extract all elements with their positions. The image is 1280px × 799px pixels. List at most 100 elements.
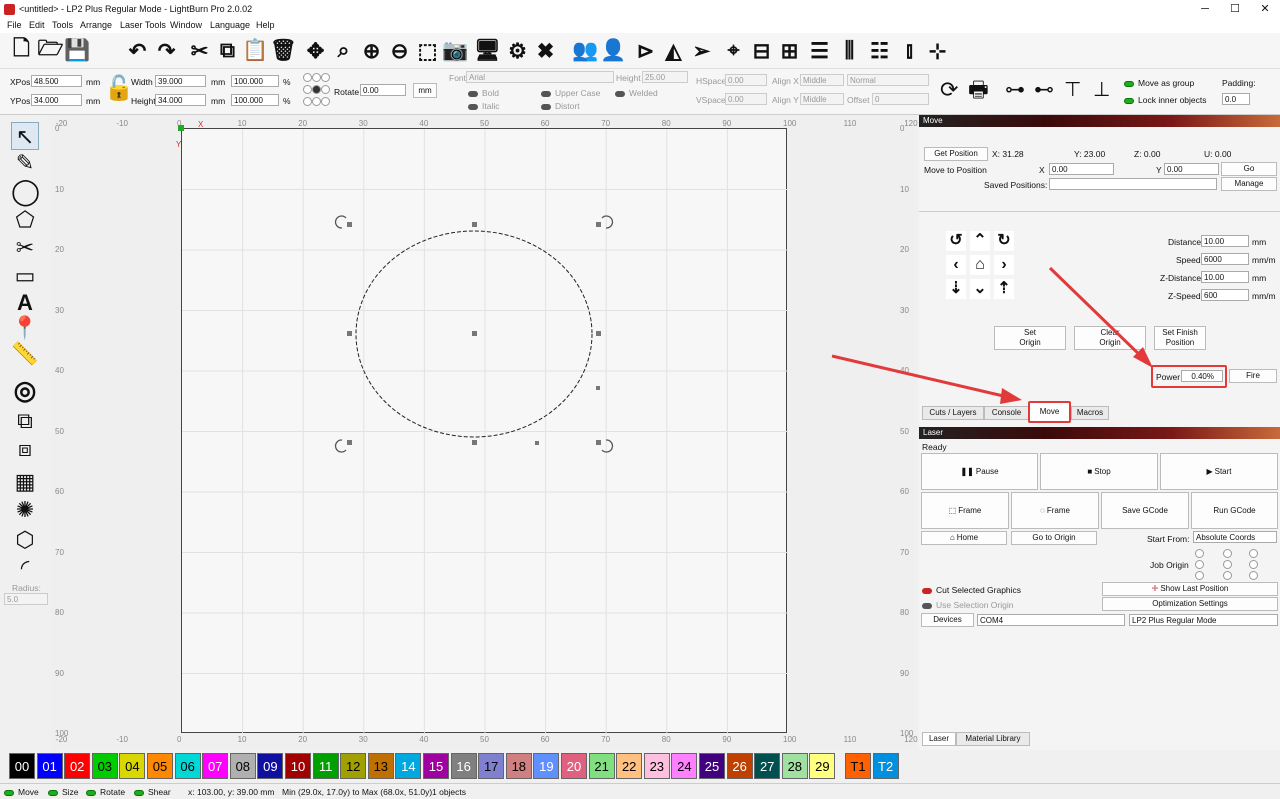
printer-icon[interactable]: 🖶 — [968, 77, 989, 103]
rotate-input[interactable]: 0.00 — [360, 84, 406, 96]
handle-bl[interactable] — [347, 440, 352, 445]
saved-positions-select[interactable] — [1049, 178, 1217, 190]
layer-swatch-T1[interactable]: T1 — [845, 753, 871, 779]
z-distance-input[interactable]: 10.00 — [1201, 271, 1249, 283]
text-tool-icon[interactable]: A — [11, 289, 39, 317]
grid-array-icon[interactable]: ▦ — [11, 468, 39, 496]
devices-button[interactable]: Devices — [921, 613, 974, 627]
rectangle-icon[interactable]: ▭ — [11, 262, 39, 290]
handle-bottom-skew[interactable] — [535, 441, 539, 445]
set-finish-position-button[interactable]: Set Finish Position — [1154, 326, 1206, 350]
anchor-grid[interactable] — [303, 73, 330, 111]
xpos-input[interactable]: 48.500 — [31, 75, 82, 87]
width-percent-input[interactable]: 100.000 — [231, 75, 279, 87]
fire-button[interactable]: Fire — [1229, 369, 1277, 383]
layer-swatch-13[interactable]: 13 — [367, 753, 394, 779]
send-icon[interactable]: ➢ — [688, 36, 715, 66]
frame-round-button[interactable]: ◌ Frame — [1011, 492, 1099, 529]
dock-icon[interactable]: ⫼ — [836, 36, 863, 66]
jog-rotate-ccw-icon[interactable]: ↺ — [946, 231, 966, 251]
height-percent-input[interactable]: 100.000 — [231, 94, 279, 106]
width-input[interactable]: 39.000 — [155, 75, 206, 87]
show-last-position-button[interactable]: ✛ Show Last Position — [1102, 582, 1278, 596]
distort-toggle[interactable]: Distort — [541, 101, 580, 111]
menu-language[interactable]: Language — [210, 20, 250, 30]
layer-swatch-26[interactable]: 26 — [726, 753, 753, 779]
move-x-input[interactable]: 0.00 — [1049, 163, 1114, 175]
layer-swatch-28[interactable]: 28 — [781, 753, 808, 779]
jog-home-icon[interactable]: ⌂ — [970, 255, 990, 275]
align-centers-icon[interactable]: ⊷ — [1034, 77, 1054, 103]
target-icon[interactable]: ⌖ — [720, 36, 747, 66]
layer-swatch-04[interactable]: 04 — [119, 753, 146, 779]
layer-swatch-01[interactable]: 01 — [36, 753, 63, 779]
run-gcode-button[interactable]: Run GCode — [1191, 492, 1278, 529]
mirror-v-icon[interactable]: ◭ — [660, 36, 687, 66]
distribute-more-icon[interactable]: ⫾ — [896, 36, 923, 66]
align-top-icon[interactable]: ⊤ — [1064, 77, 1081, 103]
edit-nodes-icon[interactable]: ✂ — [11, 234, 39, 262]
radius-input[interactable]: 5.0 — [4, 593, 48, 605]
distance-input[interactable]: 10.00 — [1201, 235, 1249, 247]
boolean-icon[interactable]: ⧈ — [11, 435, 39, 463]
position-pin-icon[interactable]: 📍 — [11, 314, 39, 342]
tab-laser[interactable]: Laser — [922, 732, 956, 746]
rotate-tool-icon[interactable]: ⟳ — [940, 77, 958, 103]
height-input[interactable]: 34.000 — [155, 94, 206, 106]
distribute-icon[interactable]: ⊞ — [776, 36, 803, 66]
frame-rect-button[interactable]: ⬚ Frame — [921, 492, 1009, 529]
handle-tl[interactable] — [347, 222, 352, 227]
move-icon[interactable]: ✥ — [302, 36, 329, 66]
padding-input[interactable]: 0.0 — [1222, 93, 1250, 105]
lock-ratio-icon[interactable]: 🔓 — [104, 75, 134, 103]
close-button[interactable]: ✕ — [1250, 0, 1280, 19]
save-icon[interactable]: 💾 — [64, 36, 91, 66]
mirror-h-icon[interactable]: ⊳ — [632, 36, 659, 66]
rotate-handle-bl-icon[interactable] — [334, 439, 347, 453]
layer-swatch-02[interactable]: 02 — [64, 753, 91, 779]
home-button[interactable]: ⌂ Home — [921, 531, 1007, 545]
device-select[interactable]: LP2 Plus Regular Mode — [1129, 614, 1278, 626]
handle-br[interactable] — [596, 440, 601, 445]
layer-swatch-10[interactable]: 10 — [285, 753, 311, 779]
path-tool-icon[interactable]: ⬡ — [11, 526, 39, 554]
layer-swatch-14[interactable]: 14 — [395, 753, 422, 779]
copy-icon[interactable]: ⧉ — [214, 36, 241, 66]
handle-top[interactable] — [472, 222, 477, 227]
save-gcode-button[interactable]: Save GCode — [1101, 492, 1189, 529]
ypos-input[interactable]: 34.000 — [31, 94, 82, 106]
measure-icon[interactable]: 📏 — [11, 340, 39, 368]
users-icon[interactable]: 👥 — [572, 36, 599, 66]
monitor-icon[interactable]: 🖥 — [474, 36, 501, 66]
offset-input[interactable]: 0 — [872, 93, 929, 105]
handle-tr[interactable] — [596, 222, 601, 227]
tab-material-library[interactable]: Material Library — [956, 732, 1030, 746]
bold-toggle[interactable]: Bold — [468, 88, 499, 98]
menu-help[interactable]: Help — [256, 20, 275, 30]
align-icon[interactable]: ⊟ — [748, 36, 775, 66]
maximize-button[interactable]: ☐ — [1220, 0, 1250, 19]
welded-toggle[interactable]: Welded — [615, 88, 658, 98]
go-to-origin-button[interactable]: Go to Origin — [1011, 531, 1097, 545]
status-move[interactable]: Move — [4, 787, 39, 797]
tools-icon[interactable]: ✖ — [532, 36, 559, 66]
lock-inner-toggle[interactable]: Lock inner objects — [1124, 95, 1207, 105]
delete-icon[interactable]: 🗑 — [270, 36, 297, 66]
zoom-selection-icon[interactable]: ⌕ — [330, 36, 357, 66]
offset-shape-icon[interactable]: ◎ — [11, 376, 39, 404]
settings-icon[interactable]: ⚙ — [504, 36, 531, 66]
start-button[interactable]: ▶ Start — [1160, 453, 1278, 490]
layer-swatch-19[interactable]: 19 — [533, 753, 560, 779]
pause-button[interactable]: ❚❚ Pause — [921, 453, 1038, 490]
power-input[interactable]: 0.40% — [1181, 370, 1223, 382]
paste-icon[interactable]: 📋 — [242, 36, 269, 66]
menu-arrange[interactable]: Arrange — [80, 20, 112, 30]
jog-right-icon[interactable]: › — [994, 255, 1014, 275]
move-y-input[interactable]: 0.00 — [1164, 163, 1219, 175]
optimization-settings-button[interactable]: Optimization Settings — [1102, 597, 1278, 611]
group-icon[interactable]: ☰ — [806, 36, 833, 66]
status-size[interactable]: Size — [48, 787, 79, 797]
manage-button[interactable]: Manage — [1221, 177, 1277, 191]
set-origin-button[interactable]: Set Origin — [994, 326, 1066, 350]
layer-swatch-T2[interactable]: T2 — [872, 753, 899, 779]
